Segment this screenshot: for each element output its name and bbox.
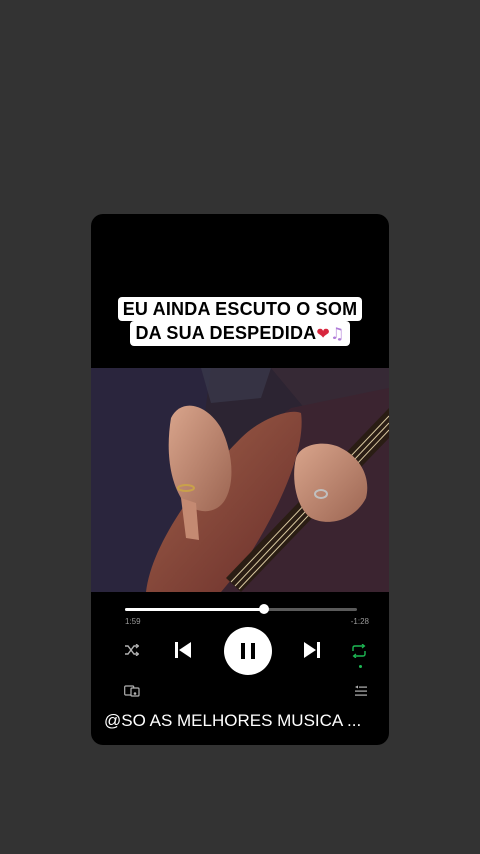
caption-line-2: DA SUA DESPEDIDA❤♫: [130, 321, 350, 346]
heart-emoji: ❤: [316, 324, 330, 343]
shuffle-icon[interactable]: [125, 644, 139, 656]
remaining-time: -1:28: [350, 617, 369, 626]
skip-next-icon[interactable]: [302, 640, 322, 660]
pause-icon: [241, 643, 255, 659]
repeat-icon[interactable]: [351, 644, 367, 658]
story-card: EU AINDA ESCUTO O SOM DA SUA DESPEDIDA❤♫: [91, 214, 389, 745]
pause-button[interactable]: [224, 627, 272, 675]
video-frame[interactable]: [91, 368, 389, 592]
account-handle: @SO AS MELHORES MUSICA ...: [104, 711, 362, 730]
progress-fill: [125, 608, 265, 611]
caption-line-1: EU AINDA ESCUTO O SOM: [117, 297, 363, 321]
caption: EU AINDA ESCUTO O SOM DA SUA DESPEDIDA❤♫: [91, 297, 389, 346]
progress-handle[interactable]: [259, 604, 270, 614]
repeat-active-dot: [359, 665, 362, 668]
elapsed-time: 1:59: [125, 617, 141, 626]
caption-line-2-text: DA SUA DESPEDIDA: [135, 323, 317, 343]
connect-devices-icon[interactable]: [124, 685, 140, 697]
progress-bar[interactable]: [125, 604, 357, 614]
music-notes-emoji: ♫: [329, 324, 345, 343]
queue-icon[interactable]: [355, 685, 367, 697]
skip-previous-icon[interactable]: [173, 640, 193, 660]
guitar-performance-image: [91, 368, 389, 592]
